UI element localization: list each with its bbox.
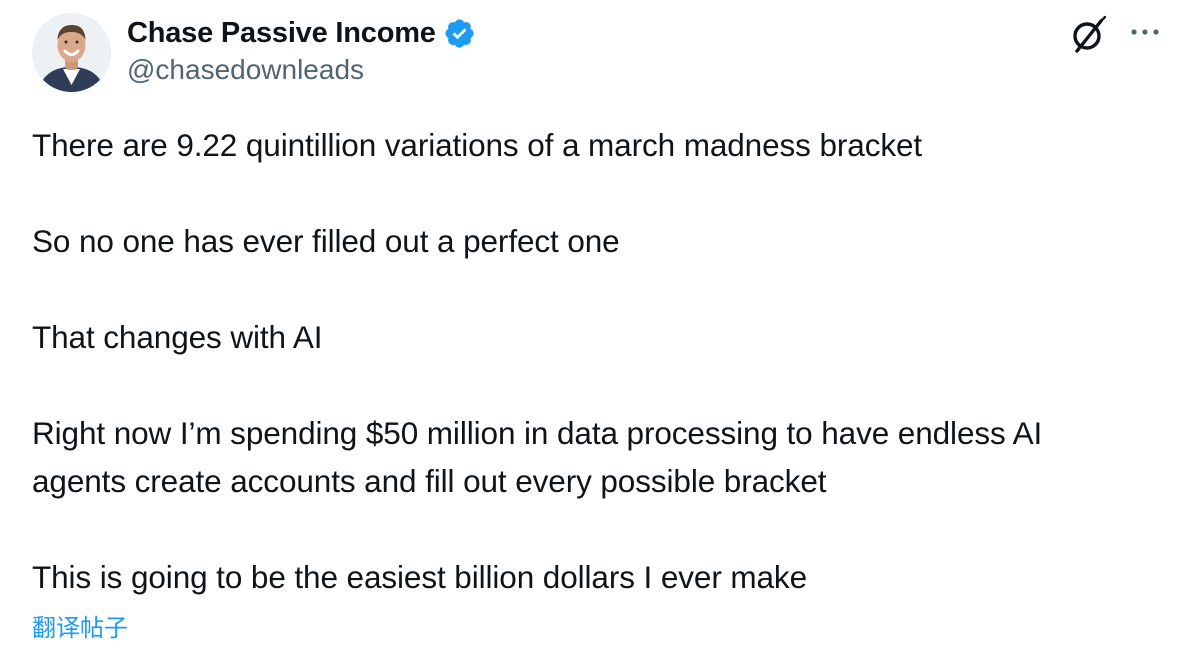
tweet-text: There are 9.22 quintillion variations of… [32, 121, 1182, 601]
profile-photo-icon [32, 13, 111, 92]
author-handle[interactable]: @chasedownleads [127, 54, 364, 86]
tweet-line: agents create accounts and fill out ever… [32, 463, 827, 499]
tweet-line: Right now I’m spending $50 million in da… [32, 415, 1043, 451]
tweet-line: So no one has ever filled out a perfect … [32, 223, 620, 259]
grok-slash-icon[interactable] [1068, 15, 1108, 55]
tweet-line: There are 9.22 quintillion variations of… [32, 127, 923, 163]
tweet-card: Chase Passive Income @chasedownleads The… [0, 0, 1202, 654]
author-name-row: Chase Passive Income [127, 14, 476, 52]
translate-post-link[interactable]: 翻译帖子 [32, 608, 128, 643]
more-options-icon[interactable] [1128, 22, 1164, 42]
avatar[interactable] [32, 13, 111, 92]
tweet-line: This is going to be the easiest billion … [32, 559, 808, 595]
tweet-line: That changes with AI [32, 319, 323, 355]
author-display-name[interactable]: Chase Passive Income [127, 17, 436, 50]
verified-badge-icon[interactable] [443, 17, 476, 50]
